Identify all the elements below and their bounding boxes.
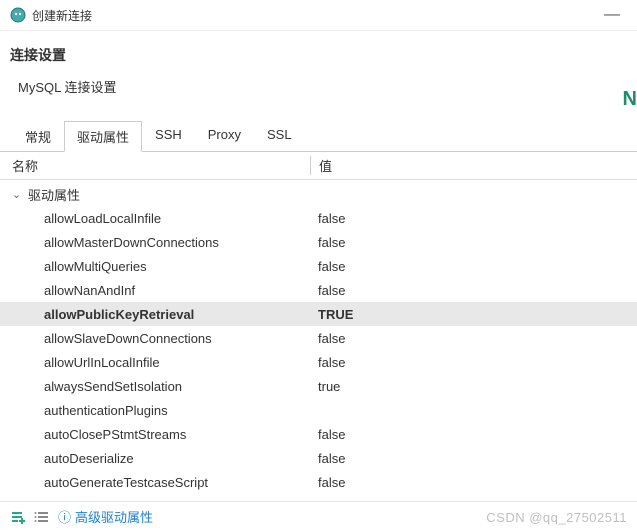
property-row[interactable]: autoClosePStmtStreams false [0, 422, 637, 446]
property-row[interactable]: autoGenerateTestcaseScript false [0, 470, 637, 494]
tab-driver-properties[interactable]: 驱动属性 [64, 121, 142, 152]
property-value[interactable]: TRUE [310, 307, 637, 322]
property-name: allowLoadLocalInfile [44, 211, 161, 226]
window-title: 创建新连接 [32, 7, 92, 24]
property-name: autoDeserialize [44, 451, 134, 466]
property-name: allowSlaveDownConnections [44, 331, 212, 346]
app-icon [10, 7, 26, 23]
property-name: autoGenerateTestcaseScript [44, 475, 208, 490]
watermark: CSDN @qq_27502511 [486, 510, 627, 525]
property-name: allowMultiQueries [44, 259, 147, 274]
property-row[interactable]: allowLoadLocalInfile false [0, 206, 637, 230]
properties-tree: ⌄ 驱动属性 allowLoadLocalInfilefalseallowMas… [0, 180, 637, 518]
brand-logo-fragment: N [623, 88, 637, 111]
property-row[interactable]: allowMultiQueries false [0, 254, 637, 278]
property-row[interactable]: allowPublicKeyRetrieval TRUE [0, 302, 637, 326]
property-row[interactable]: alwaysSendSetIsolation true [0, 374, 637, 398]
property-row[interactable]: authenticationPlugins [0, 398, 637, 422]
property-value[interactable]: false [310, 211, 637, 226]
tab-ssh[interactable]: SSH [142, 121, 195, 152]
property-row[interactable]: allowUrlInLocalInfile false [0, 350, 637, 374]
property-name: autoClosePStmtStreams [44, 427, 186, 442]
property-value[interactable]: false [310, 427, 637, 442]
section-title: 连接设置 [0, 31, 637, 71]
tabs-bar: 常规 驱动属性 SSH Proxy SSL [0, 120, 637, 152]
property-value[interactable]: false [310, 475, 637, 490]
property-value[interactable]: false [310, 235, 637, 250]
tab-proxy[interactable]: Proxy [195, 121, 254, 152]
tab-ssl[interactable]: SSL [254, 121, 305, 152]
advanced-link[interactable]: 高级驱动属性 [75, 507, 153, 526]
property-name: authenticationPlugins [44, 403, 168, 418]
section-subtitle: MySQL 连接设置 [0, 71, 637, 114]
property-row[interactable]: autoDeserialize false [0, 446, 637, 470]
column-name[interactable]: 名称 [0, 156, 310, 175]
property-row[interactable]: allowNanAndInf false [0, 278, 637, 302]
info-icon: ⓘ [58, 507, 71, 526]
property-name: allowNanAndInf [44, 283, 135, 298]
tab-general[interactable]: 常规 [12, 121, 64, 152]
titlebar: 创建新连接 — [0, 0, 637, 31]
grid-header: 名称 值 [0, 152, 637, 180]
property-row[interactable]: allowSlaveDownConnections false [0, 326, 637, 350]
property-value[interactable]: false [310, 451, 637, 466]
property-value[interactable]: false [310, 355, 637, 370]
list-button[interactable] [34, 509, 50, 525]
property-row[interactable]: allowMasterDownConnections false [0, 230, 637, 254]
column-value[interactable]: 值 [310, 156, 637, 175]
group-row[interactable]: ⌄ 驱动属性 [0, 182, 637, 206]
property-name: allowMasterDownConnections [44, 235, 219, 250]
property-name: alwaysSendSetIsolation [44, 379, 182, 394]
add-button[interactable] [10, 509, 26, 525]
property-name: allowUrlInLocalInfile [44, 355, 160, 370]
property-value[interactable]: true [310, 379, 637, 394]
minimize-button[interactable]: — [597, 6, 627, 24]
property-value[interactable]: false [310, 331, 637, 346]
chevron-down-icon: ⌄ [12, 188, 24, 201]
property-value[interactable]: false [310, 283, 637, 298]
property-name: allowPublicKeyRetrieval [44, 307, 194, 322]
group-label: 驱动属性 [28, 185, 80, 204]
property-value[interactable]: false [310, 259, 637, 274]
